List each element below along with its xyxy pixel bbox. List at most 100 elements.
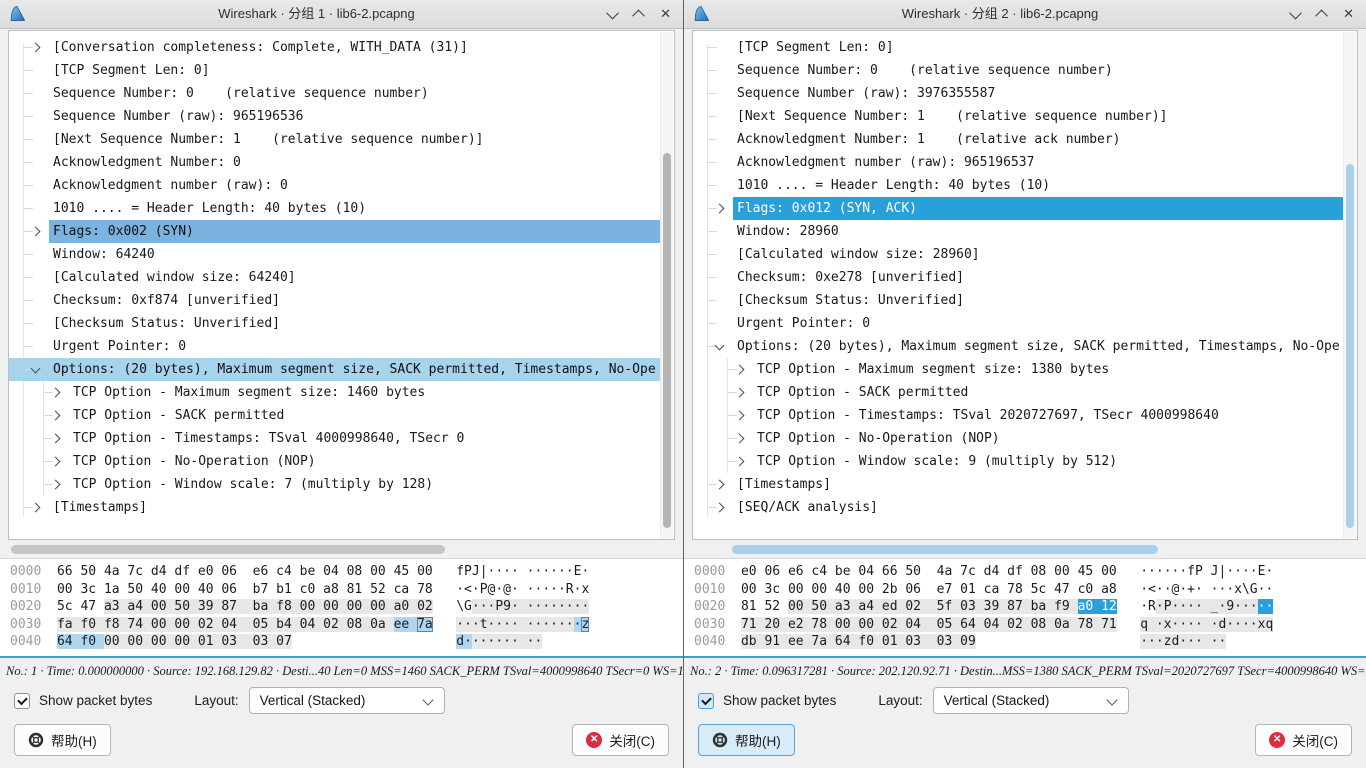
hex-byte[interactable]: 78 — [1007, 582, 1030, 597]
hex-byte[interactable]: 7c — [127, 564, 150, 579]
layout-select[interactable]: Vertical (Stacked) — [933, 687, 1129, 714]
tree-row[interactable]: Sequence Number: 0 (relative sequence nu… — [693, 59, 1344, 82]
tree-row[interactable]: TCP Option - Window scale: 7 (multiply b… — [9, 473, 661, 496]
tree-row[interactable]: TCP Option - No-Operation (NOP) — [693, 427, 1344, 450]
ascii-char[interactable]: · — [1234, 564, 1242, 579]
ascii-char[interactable]: · — [1187, 617, 1195, 632]
hex-byte[interactable]: f0 — [858, 634, 881, 649]
ascii-char[interactable]: · — [566, 564, 574, 579]
ascii-char[interactable]: x — [1234, 582, 1242, 597]
tree-row[interactable]: Acknowledgment Number: 1 (relative ack n… — [693, 128, 1344, 151]
hex-byte[interactable]: 04 — [221, 617, 252, 632]
hex-byte[interactable]: 02 — [198, 617, 221, 632]
hex-byte[interactable]: ed — [882, 599, 905, 614]
hex-byte[interactable]: 47 — [80, 599, 103, 614]
ascii-char[interactable]: · — [1164, 564, 1172, 579]
hex-byte[interactable]: f8 — [276, 599, 299, 614]
hex-byte[interactable]: b4 — [276, 617, 299, 632]
ascii-char[interactable]: · — [581, 599, 589, 614]
hex-byte[interactable]: 01 — [882, 634, 905, 649]
ascii-char[interactable]: · — [542, 617, 550, 632]
ascii-char[interactable]: · — [1265, 582, 1273, 597]
ascii-char[interactable]: · — [456, 617, 464, 632]
tree-row[interactable]: TCP Option - SACK permitted — [9, 404, 661, 427]
tree-row[interactable]: TCP Option - Maximum segment size: 1380 … — [693, 358, 1344, 381]
ascii-char[interactable]: · — [495, 617, 503, 632]
ascii-char[interactable]: · — [464, 617, 472, 632]
hex-byte[interactable]: 00 — [835, 617, 858, 632]
ascii-char[interactable]: · — [542, 564, 550, 579]
hex-byte[interactable]: e7 — [937, 582, 960, 597]
hex-byte[interactable]: 40 — [835, 582, 858, 597]
ascii-char[interactable]: \ — [1242, 582, 1250, 597]
ascii-char[interactable]: · — [558, 617, 566, 632]
ascii-char[interactable]: P — [495, 599, 503, 614]
hex-byte[interactable]: 00 — [323, 599, 346, 614]
hex-byte[interactable]: 78 — [1078, 617, 1101, 632]
hex-byte[interactable]: 71 — [741, 617, 764, 632]
hex-byte[interactable]: 04 — [858, 564, 881, 579]
hex-byte[interactable]: 87 — [1007, 599, 1030, 614]
ascii-char[interactable]: · — [480, 599, 488, 614]
hex-byte[interactable]: d4 — [151, 564, 174, 579]
ascii-char[interactable]: · — [1250, 564, 1258, 579]
ascii-char[interactable]: · — [1250, 599, 1258, 614]
hex-byte[interactable]: 04 — [984, 617, 1007, 632]
hex-byte[interactable]: 0a — [370, 617, 393, 632]
ascii-char[interactable]: · — [1187, 634, 1195, 649]
tree-row[interactable]: Sequence Number: 0 (relative sequence nu… — [9, 82, 661, 105]
ascii-char[interactable]: | — [480, 564, 488, 579]
hex-byte[interactable]: 02 — [417, 599, 433, 614]
hex-byte[interactable]: 00 — [151, 634, 174, 649]
titlebar[interactable]: Wireshark · 分组 1 · lib6-2.pcapng ✕ — [0, 0, 683, 29]
ascii-char[interactable]: · — [581, 564, 589, 579]
ascii-char[interactable]: · — [1195, 599, 1203, 614]
ascii-char[interactable]: · — [472, 634, 480, 649]
hex-byte[interactable]: 07 — [276, 634, 292, 649]
hex-byte[interactable]: df — [1007, 564, 1030, 579]
horizontal-scrollbar-thumb[interactable] — [732, 545, 1158, 554]
layout-select[interactable]: Vertical (Stacked) — [249, 687, 445, 714]
ascii-char[interactable]: · — [1148, 634, 1156, 649]
tree-row[interactable]: TCP Option - Maximum segment size: 1460 … — [9, 381, 661, 404]
ascii-char[interactable]: · — [1265, 564, 1273, 579]
hex-byte[interactable]: 81 — [347, 582, 370, 597]
show-packet-bytes-checkbox[interactable] — [14, 693, 30, 709]
collapsed-arrow-icon[interactable] — [31, 227, 41, 237]
tree-row[interactable]: [TCP Segment Len: 0] — [693, 36, 1344, 59]
collapsed-arrow-icon[interactable] — [735, 411, 745, 421]
ascii-char[interactable]: · — [558, 582, 566, 597]
ascii-char[interactable]: P — [1195, 564, 1203, 579]
ascii-char[interactable]: · — [503, 564, 511, 579]
hex-byte[interactable]: 50 — [905, 564, 936, 579]
hex-byte[interactable]: 52 — [764, 599, 787, 614]
tree-row[interactable]: [Timestamps] — [9, 496, 661, 519]
collapsed-arrow-icon[interactable] — [51, 480, 61, 490]
titlebar[interactable]: Wireshark · 分组 2 · lib6-2.pcapng ✕ — [684, 0, 1366, 29]
ascii-char[interactable]: · — [1195, 634, 1203, 649]
hex-byte[interactable]: 00 — [1054, 564, 1077, 579]
hex-byte[interactable]: 00 — [858, 582, 881, 597]
tree-row[interactable]: Flags: 0x012 (SYN, ACK) — [693, 197, 1344, 220]
hex-byte[interactable]: f8 — [104, 617, 127, 632]
ascii-char[interactable]: · — [1179, 599, 1187, 614]
ascii-char[interactable]: · — [1250, 617, 1258, 632]
ascii-char[interactable]: · — [472, 599, 480, 614]
hex-byte[interactable]: a8 — [1101, 582, 1117, 597]
hex-byte[interactable]: 05 — [937, 617, 960, 632]
collapsed-arrow-icon[interactable] — [31, 503, 41, 513]
ascii-char[interactable]: d — [456, 634, 464, 649]
hex-byte[interactable]: 00 — [127, 634, 150, 649]
hex-byte[interactable]: e0 — [198, 564, 221, 579]
hex-byte[interactable]: 06 — [764, 564, 787, 579]
ascii-char[interactable]: · — [550, 617, 558, 632]
hex-byte[interactable]: 78 — [811, 617, 834, 632]
hex-byte[interactable]: 00 — [811, 582, 834, 597]
ascii-char[interactable]: x — [1164, 617, 1172, 632]
tree-row[interactable]: [Conversation completeness: Complete, WI… — [9, 36, 661, 59]
ascii-char[interactable]: · — [1226, 582, 1234, 597]
ascii-char[interactable]: · — [1179, 617, 1187, 632]
hex-byte[interactable]: 00 — [300, 599, 323, 614]
collapsed-arrow-icon[interactable] — [715, 480, 725, 490]
hex-row[interactable]: 0010 00 3c 00 00 40 00 2b 06 e7 01 ca 78… — [694, 581, 1366, 599]
